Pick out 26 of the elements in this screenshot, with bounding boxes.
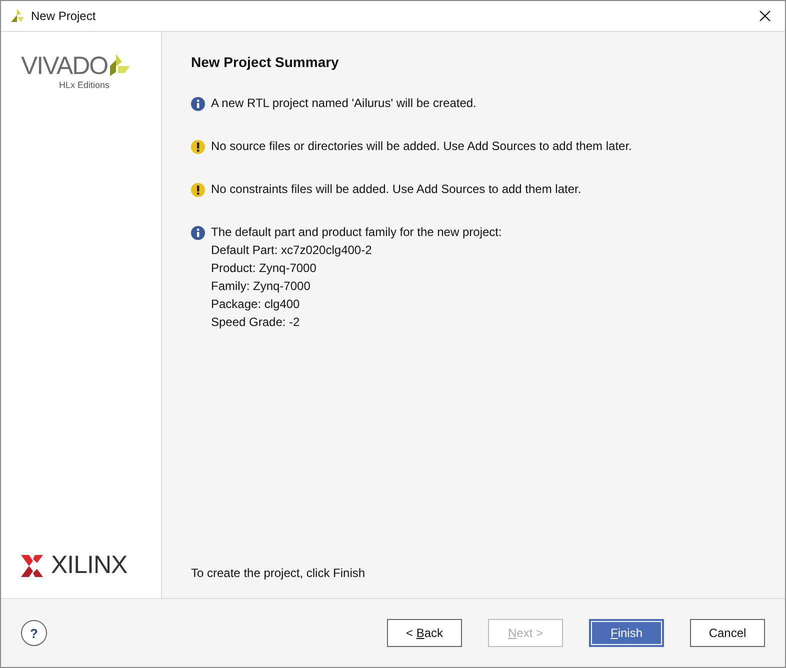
page-heading: New Project Summary [191, 54, 340, 70]
message-text: A new RTL project named 'Ailurus' will be created. [211, 96, 476, 110]
dialog-button[interactable]: Finish [589, 619, 664, 647]
detail-line: Default Part: xc7z020clg400-2 [211, 243, 373, 257]
vendor-logo-icon [21, 554, 43, 576]
message-text: The default part and product family for the new project: [211, 225, 502, 239]
message-text: No source files or directories will be added. Use Add Sources to add them later. [211, 139, 632, 153]
close-icon [759, 10, 771, 22]
message-text: No constraints files will be added. Use Add Sources to add them later. [211, 182, 582, 196]
window-title: New Project [31, 9, 96, 23]
warning-icon [191, 183, 205, 197]
app-logo-icon [9, 8, 25, 24]
detail-line: Product: Zynq-7000 [211, 261, 318, 275]
detail-line: Speed Grade: -2 [211, 315, 301, 329]
help-button[interactable]: ? [21, 620, 47, 646]
warning-icon [191, 140, 205, 154]
edition-label: HLx Editions [59, 80, 111, 90]
info-icon [191, 226, 205, 240]
footer-note: To create the project, click Finish [191, 566, 366, 580]
dialog-button[interactable]: Cancel [690, 619, 765, 647]
detail-line: Family: Zynq-7000 [211, 279, 312, 293]
dialog-button[interactable]: < Back [387, 619, 462, 647]
vendor-logo-text: XILINX [51, 551, 128, 580]
detail-line: Package: clg400 [211, 297, 301, 311]
info-icon [191, 97, 205, 111]
product-logo-text: VIVADO [21, 52, 108, 80]
